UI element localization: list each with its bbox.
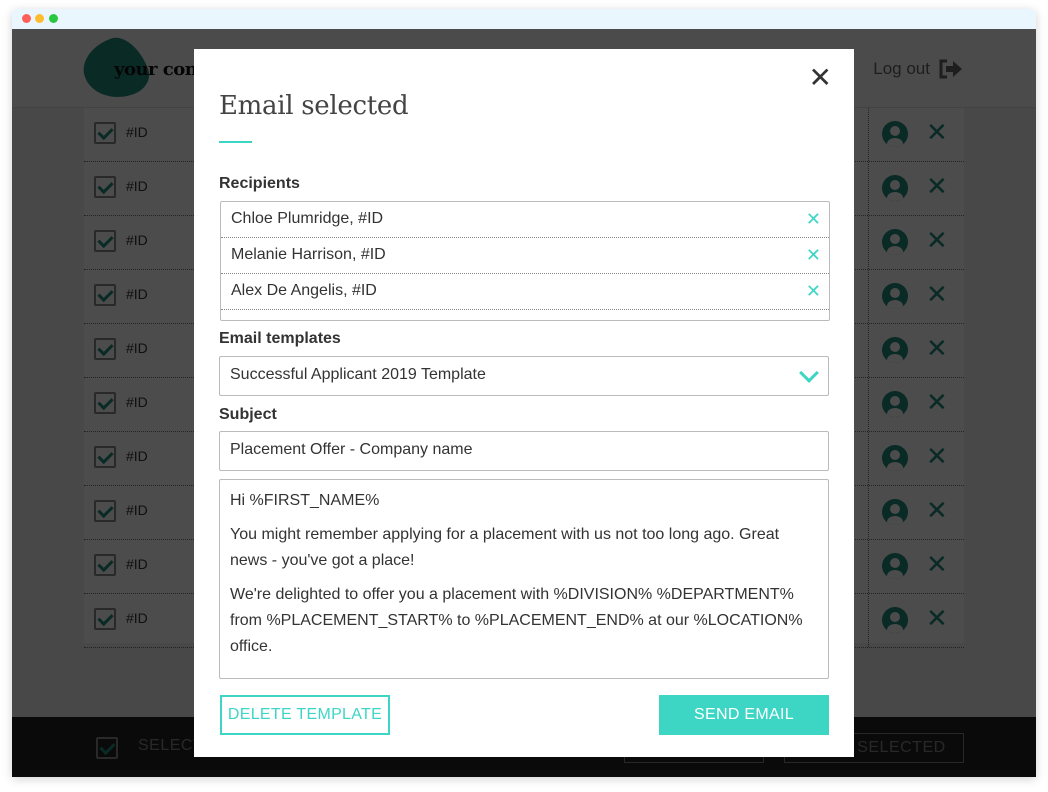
maximize-window-button[interactable] (49, 14, 58, 23)
remove-recipient-icon[interactable]: ✕ (806, 209, 821, 230)
body-paragraph: You might remember applying for a placem… (230, 526, 780, 569)
templates-label: Email templates (219, 330, 341, 347)
recipients-label: Recipients (219, 175, 300, 192)
subject-label: Subject (219, 406, 277, 423)
remove-recipient-icon[interactable]: ✕ (806, 245, 821, 266)
recipients-list: Chloe Plumridge, #ID ✕ Melanie Harrison,… (220, 201, 830, 321)
subject-input[interactable]: Placement Offer - Company name (219, 431, 829, 471)
modal-title: Email selected (219, 91, 409, 121)
chevron-down-icon (799, 363, 819, 383)
send-email-button[interactable]: SEND EMAIL (659, 695, 829, 735)
remove-recipient-icon[interactable]: ✕ (806, 281, 821, 302)
email-body-textarea[interactable]: Hi %FIRST_NAME% You might remember apply… (219, 479, 829, 679)
close-window-button[interactable] (22, 14, 31, 23)
body-paragraph: Hi %FIRST_NAME% (230, 492, 380, 509)
template-select[interactable]: Successful Applicant 2019 Template (219, 356, 829, 396)
title-divider (219, 141, 252, 143)
close-icon[interactable]: ✕ (809, 63, 832, 93)
template-selected-value: Successful Applicant 2019 Template (230, 366, 486, 383)
title-bar (12, 9, 1036, 29)
email-modal: ✕ Email selected Recipients Chloe Plumri… (194, 49, 854, 757)
delete-template-button[interactable]: DELETE TEMPLATE (220, 695, 390, 735)
minimize-window-button[interactable] (35, 14, 44, 23)
recipient-name: Chloe Plumridge, #ID (231, 210, 384, 227)
recipient-item: Melanie Harrison, #ID ✕ (221, 238, 829, 274)
recipient-name: Alex De Angelis, #ID (231, 282, 377, 299)
body-paragraph: We're delighted to offer you a placement… (230, 586, 803, 655)
recipient-name: Melanie Harrison, #ID (231, 246, 386, 263)
recipient-item: Chloe Plumridge, #ID ✕ (221, 202, 829, 238)
browser-window: your company Log out #ID✕#ID✕#ID✕#ID✕#ID… (12, 9, 1036, 777)
recipient-item: Alex De Angelis, #ID ✕ (221, 274, 829, 310)
